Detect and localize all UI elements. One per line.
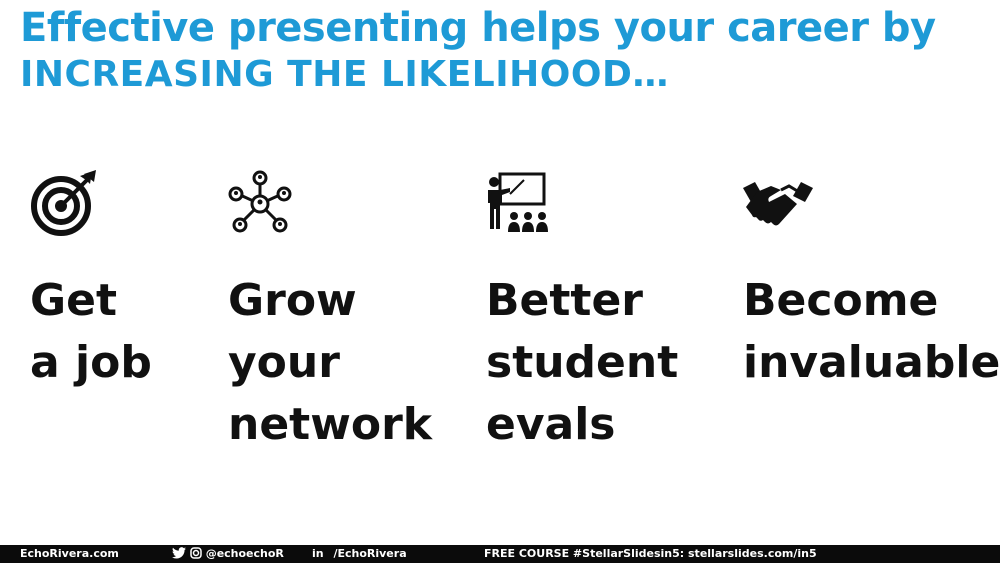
network-icon xyxy=(228,170,292,233)
label-line: Better xyxy=(486,275,643,326)
title-line-2: INCREASING THE LIKELIHOOD… xyxy=(20,53,669,95)
footer-course[interactable]: FREE COURSE #StellarSlidesin5: stellarsl… xyxy=(484,547,817,560)
label-line: evals xyxy=(486,399,616,450)
column-grow-network: Grow your network xyxy=(228,170,432,456)
column-better-evals: Better student evals xyxy=(486,170,678,456)
column-become-invaluable: Become invaluable xyxy=(743,170,1000,394)
label-become-invaluable: Become invaluable xyxy=(743,270,1000,394)
footer-linkedin[interactable]: in /EchoRivera xyxy=(312,547,407,560)
slide-title: Effective presenting helps your career b… xyxy=(20,4,990,97)
label-line: Get xyxy=(30,275,117,326)
instagram-icon xyxy=(190,547,202,559)
label-line: your xyxy=(228,337,340,388)
label-line: network xyxy=(228,399,433,450)
column-get-job: Get a job xyxy=(30,170,152,394)
target-icon xyxy=(31,170,96,236)
label-get-job: Get a job xyxy=(30,270,152,394)
label-line: a job xyxy=(30,337,152,388)
footer-website[interactable]: EchoRivera.com xyxy=(20,547,119,560)
footer-social-handle: @echoechoR xyxy=(205,547,284,560)
label-line: Grow xyxy=(228,275,357,326)
label-better-evals: Better student evals xyxy=(486,270,678,456)
title-line-1: Effective presenting helps your career b… xyxy=(20,5,936,51)
label-grow-network: Grow your network xyxy=(228,270,432,456)
twitter-icon xyxy=(172,547,186,559)
label-line: student xyxy=(486,337,679,388)
presenter-icon xyxy=(488,172,548,232)
footer-bar: EchoRivera.com @echoechoR in /EchoRivera… xyxy=(0,545,1000,563)
footer-linkedin-path: /EchoRivera xyxy=(333,547,407,560)
label-line: Become xyxy=(743,275,939,326)
footer-social[interactable]: @echoechoR xyxy=(172,547,284,560)
handshake-icon xyxy=(743,182,813,226)
linkedin-icon: in xyxy=(312,547,324,560)
label-line: invaluable xyxy=(743,337,1000,388)
